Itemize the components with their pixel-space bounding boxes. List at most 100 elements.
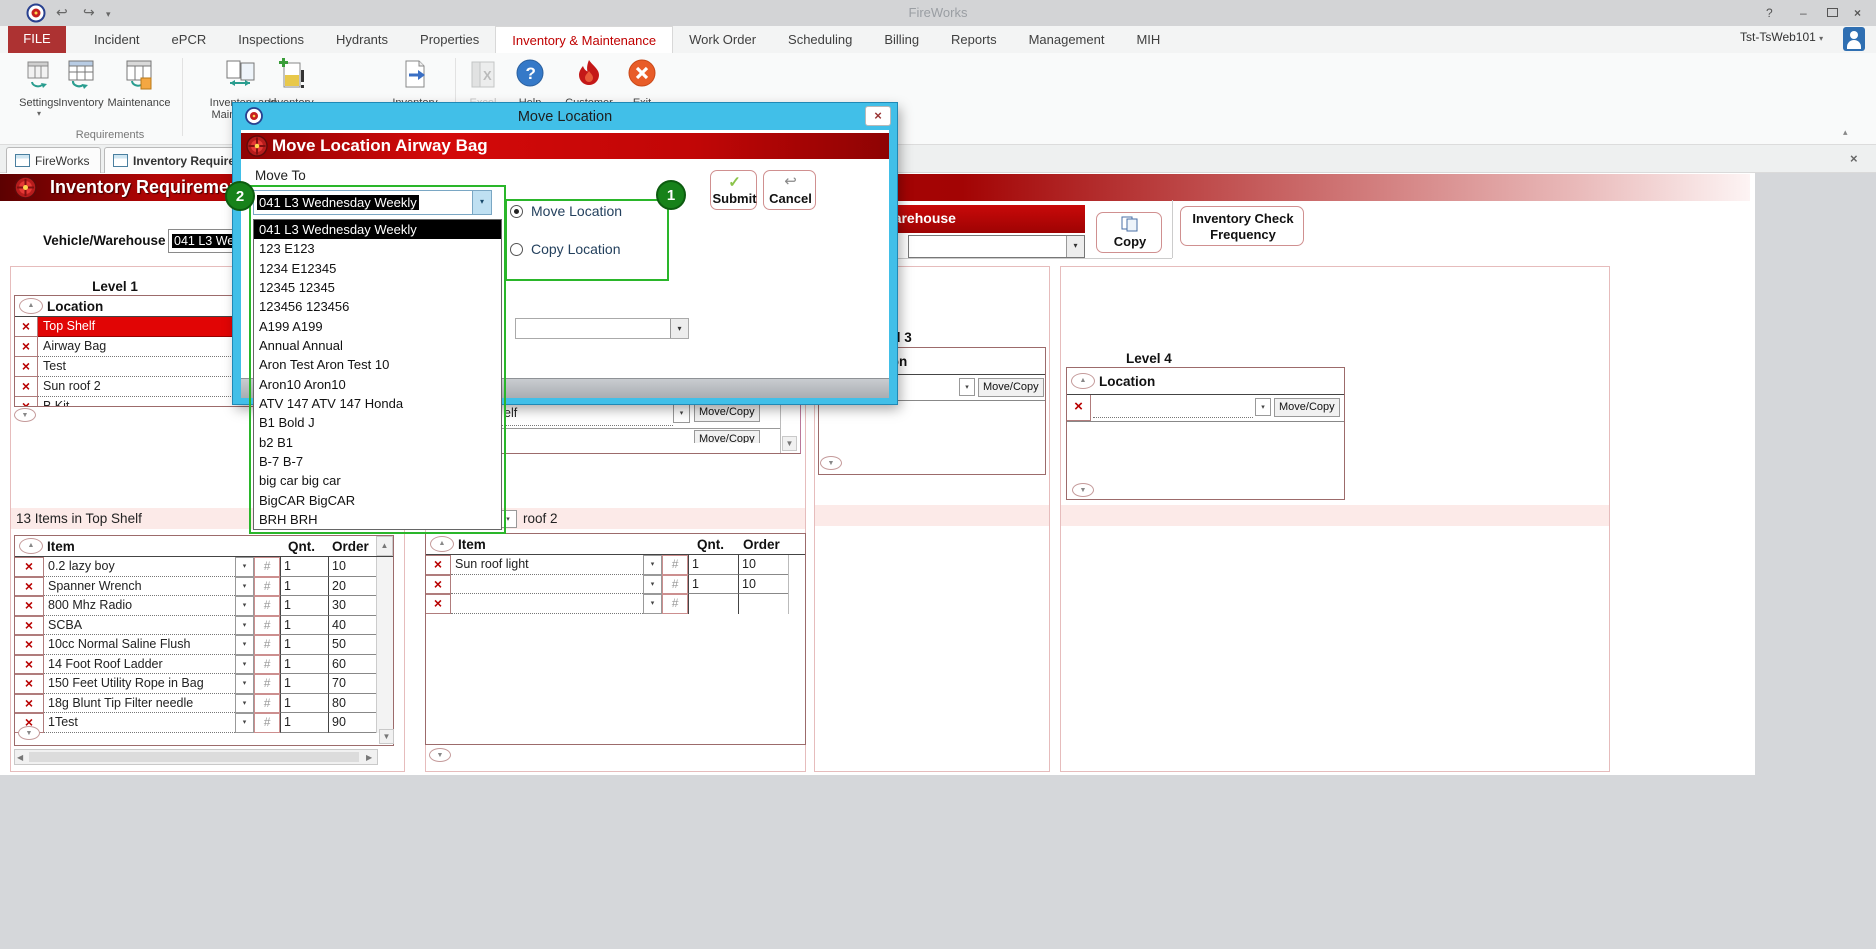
dropdown-option[interactable]: 1234 E12345	[254, 259, 501, 278]
item-order[interactable]: 90	[328, 713, 376, 733]
item-chevron-down-icon[interactable]: ▾	[643, 594, 662, 614]
copy-button[interactable]: Copy	[1096, 212, 1162, 253]
hash-button[interactable]: #	[662, 555, 688, 575]
hash-button[interactable]: #	[254, 655, 280, 675]
delete-item-icon[interactable]: ×	[15, 557, 44, 577]
item-chevron-down-icon[interactable]: ▾	[235, 577, 254, 597]
level2-move-copy-button-partial[interactable]: Move/Copy	[694, 429, 766, 443]
copy-from-warehouse-combobox[interactable]: ▾	[908, 235, 1085, 258]
item-order[interactable]: 10	[328, 557, 376, 577]
scrollbar-up-icon[interactable]: ▲	[376, 536, 393, 556]
hash-button[interactable]: #	[254, 674, 280, 694]
tab-epcr[interactable]: ePCR	[156, 26, 223, 53]
delete-item-icon[interactable]: ×	[15, 635, 44, 655]
item-order[interactable]: 20	[328, 577, 376, 597]
tab-work-order[interactable]: Work Order	[673, 26, 772, 53]
dropdown-option[interactable]: ATV 147 ATV 147 Honda	[254, 394, 501, 413]
delete-location-icon[interactable]: ×	[1067, 395, 1091, 421]
dropdown-option[interactable]: B1 Bold J	[254, 413, 501, 432]
item-order[interactable]: 60	[328, 655, 376, 675]
item-row[interactable]: ×18g Blunt Tip Filter needle▾#180	[15, 694, 393, 714]
delete-location-icon[interactable]: ×	[15, 357, 38, 377]
hash-button[interactable]: #	[254, 713, 280, 733]
item-row[interactable]: ×1Test▾#190	[15, 713, 393, 733]
dialog-close-icon[interactable]: ×	[865, 106, 891, 126]
ribbon-maintenance-button[interactable]: Maintenance	[102, 56, 176, 116]
delete-location-icon[interactable]: ×	[15, 317, 38, 337]
hash-button[interactable]: #	[254, 635, 280, 655]
item-qnt[interactable]: 1	[280, 713, 328, 733]
delete-item-icon[interactable]: ×	[15, 655, 44, 675]
scroll-down-circle-button[interactable]: ▼	[1072, 483, 1094, 497]
move-to-combobox[interactable]: 041 L3 Wednesday Weekly ▾	[253, 190, 492, 215]
dropdown-option[interactable]: Aron Test Aron Test 10	[254, 355, 501, 374]
delete-item-icon[interactable]: ×	[426, 594, 451, 614]
item-qnt[interactable]: 1	[280, 635, 328, 655]
item-row[interactable]: ×0.2 lazy boy▾#110	[15, 557, 393, 577]
dropdown-option[interactable]: 123456 123456	[254, 297, 501, 316]
item-qnt[interactable]: 1	[688, 555, 738, 575]
level2-move-copy-button[interactable]: Move/Copy	[694, 403, 760, 422]
item-chevron-down-icon[interactable]: ▾	[235, 674, 254, 694]
item-row[interactable]: ×▾#	[426, 594, 805, 614]
item-row[interactable]: ×10cc Normal Saline Flush▾#150	[15, 635, 393, 655]
item-chevron-down-icon[interactable]: ▾	[235, 694, 254, 714]
item-chevron-down-icon[interactable]: ▾	[235, 557, 254, 577]
horizontal-scrollbar[interactable]: ◀ ▶	[14, 749, 378, 765]
scrollbar-down-icon[interactable]: ▼	[782, 436, 797, 451]
chevron-down-icon[interactable]: ▾	[1255, 398, 1271, 416]
item-chevron-down-icon[interactable]: ▾	[235, 596, 254, 616]
delete-item-icon[interactable]: ×	[15, 674, 44, 694]
level2-vertical-scrollbar[interactable]: ▼	[780, 398, 798, 454]
item-order[interactable]: 50	[328, 635, 376, 655]
tab-management[interactable]: Management	[1013, 26, 1121, 53]
item-row[interactable]: ×800 Mhz Radio▾#130	[15, 596, 393, 616]
item-row[interactable]: ×▾#110	[426, 575, 805, 595]
item-qnt[interactable]: 1	[280, 655, 328, 675]
scroll-up-circle-button[interactable]: ▲	[430, 536, 454, 552]
copy-location-radio[interactable]	[510, 243, 523, 256]
delete-item-icon[interactable]: ×	[15, 577, 44, 597]
level2-chevron-down-icon[interactable]: ▾	[673, 404, 690, 423]
item-chevron-down-icon[interactable]: ▾	[235, 616, 254, 636]
doc-tab-fireworks[interactable]: FireWorks	[6, 147, 101, 173]
delete-item-icon[interactable]: ×	[426, 555, 451, 575]
dropdown-option[interactable]: 123 E123	[254, 239, 501, 258]
tab-mih[interactable]: MIH	[1120, 26, 1176, 53]
hash-button[interactable]: #	[254, 694, 280, 714]
delete-item-icon[interactable]: ×	[15, 694, 44, 714]
tab-properties[interactable]: Properties	[404, 26, 495, 53]
tab-reports[interactable]: Reports	[935, 26, 1013, 53]
scroll-up-circle-button[interactable]: ▲	[19, 538, 43, 554]
dropdown-option[interactable]: 041 L3 Wednesday Weekly	[254, 220, 501, 239]
item-qnt[interactable]: 1	[280, 616, 328, 636]
doc-tab-close-icon[interactable]: ×	[1850, 151, 1858, 166]
dropdown-option[interactable]: big car big car	[254, 471, 501, 490]
item-row[interactable]: ×Sun roof light▾#110	[426, 555, 805, 575]
dropdown-option[interactable]: B-7 B-7	[254, 452, 501, 471]
item-chevron-down-icon[interactable]: ▾	[235, 655, 254, 675]
chevron-down-icon[interactable]: ▾	[959, 378, 975, 396]
dialog-secondary-combobox[interactable]: ▾	[515, 318, 689, 339]
scrollbar-left-icon[interactable]: ◀	[17, 753, 23, 762]
hash-button[interactable]: #	[254, 577, 280, 597]
tab-inspections[interactable]: Inspections	[222, 26, 320, 53]
item-qnt[interactable]: 1	[280, 577, 328, 597]
delete-location-icon[interactable]: ×	[15, 337, 38, 357]
scroll-down-circle-button[interactable]: ▼	[820, 456, 842, 470]
delete-location-icon[interactable]: ×	[15, 377, 38, 397]
item-chevron-down-icon[interactable]: ▾	[643, 555, 662, 575]
tab-hydrants[interactable]: Hydrants	[320, 26, 404, 53]
scroll-down-circle-button[interactable]: ▼	[429, 748, 451, 762]
window-close-icon[interactable]: ×	[1854, 4, 1861, 22]
scroll-down-circle-button[interactable]: ▼	[18, 726, 40, 740]
combobox-chevron-down-icon[interactable]: ▾	[472, 191, 491, 214]
ribbon-collapse-icon[interactable]: ▴	[1843, 127, 1848, 138]
dropdown-option[interactable]: Annual Annual	[254, 336, 501, 355]
delete-item-icon[interactable]: ×	[15, 616, 44, 636]
item-order[interactable]: 80	[328, 694, 376, 714]
level4-move-copy-button[interactable]: Move/Copy	[1274, 398, 1340, 417]
window-minimize-icon[interactable]: –	[1800, 4, 1807, 22]
hash-button[interactable]: #	[662, 575, 688, 595]
item-chevron-down-icon[interactable]: ▾	[643, 575, 662, 595]
